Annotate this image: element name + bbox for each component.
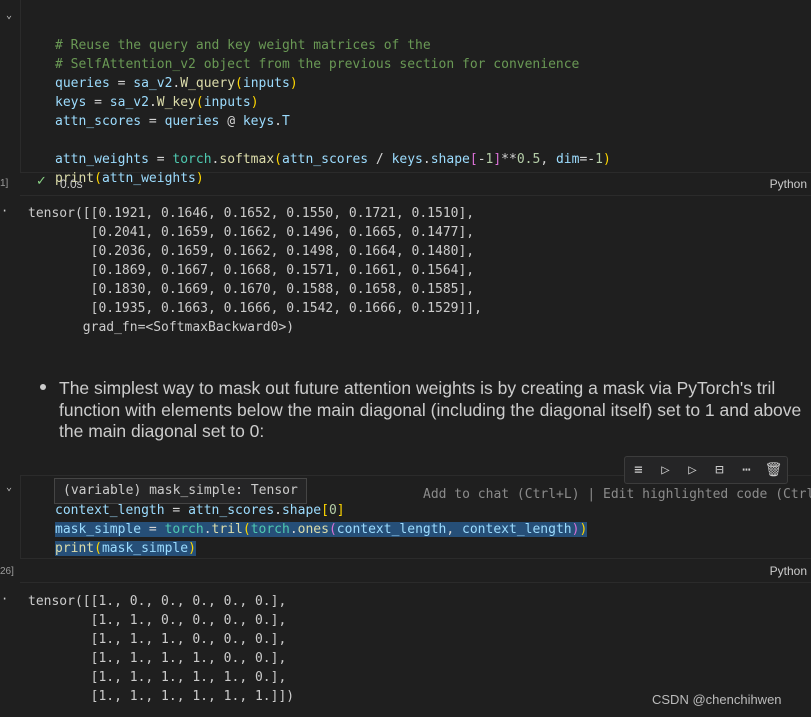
split-cell-icon[interactable]: ⊟ (711, 461, 729, 479)
code-line-2: mask_simple = torch.tril(torch.ones(cont… (55, 522, 588, 537)
output-line: [0.1935, 0.1663, 0.1666, 0.1542, 0.1666,… (28, 301, 482, 316)
output-line: [0.1830, 0.1669, 0.1670, 0.1588, 0.1658,… (28, 282, 475, 297)
collapse-chevron-icon[interactable]: ⌄ (6, 482, 16, 493)
output-line: [1., 1., 1., 1., 1., 0.], (28, 670, 287, 685)
code-line-1: # Reuse the query and key weight matrice… (55, 38, 431, 53)
markdown-text: The simplest way to mask out future atte… (59, 378, 802, 441)
output-more-icon[interactable]: · (1, 204, 8, 218)
execute-below-icon[interactable]: ▷ (684, 461, 702, 479)
output-line: [1., 1., 1., 1., 0., 0.], (28, 651, 287, 666)
execution-count-1: 1] (0, 178, 9, 189)
code-line-4: keys = sa_v2.W_key(inputs) (55, 95, 259, 110)
code-cell-1[interactable]: # Reuse the query and key weight matrice… (20, 0, 811, 186)
cell-status-bar-2: Python (20, 560, 811, 583)
output-more-icon[interactable]: · (1, 592, 8, 606)
output-line: [0.2036, 0.1659, 0.1662, 0.1498, 0.1664,… (28, 244, 475, 259)
code-line-3: print(mask_simple) (55, 541, 196, 556)
output-line: grad_fn=<SoftmaxBackward0>) (28, 320, 295, 335)
code-line-3: queries = sa_v2.W_query(inputs) (55, 76, 298, 91)
language-label[interactable]: Python (770, 564, 807, 578)
collapse-chevron-icon[interactable]: ⌄ (6, 10, 16, 21)
delete-icon[interactable]: 🗑 (765, 461, 783, 479)
inline-hint: Add to chat (Ctrl+L) | Edit highlighted … (423, 487, 811, 502)
execute-above-icon[interactable]: ▷ (657, 461, 675, 479)
code-editor-1[interactable]: # Reuse the query and key weight matrice… (55, 17, 611, 188)
language-label[interactable]: Python (770, 177, 807, 191)
output-line: tensor([[0.1921, 0.1646, 0.1652, 0.1550,… (28, 206, 475, 221)
cell-status-bar-1: ✓ 0.0s Python (20, 173, 811, 196)
success-check-icon: ✓ (36, 174, 47, 189)
run-by-line-icon[interactable]: ≡ (630, 461, 648, 479)
code-line-7: attn_weights = torch.softmax(attn_scores… (55, 152, 611, 167)
output-line: [0.2041, 0.1659, 0.1662, 0.1496, 0.1665,… (28, 225, 475, 240)
execution-time: 0.0s (60, 177, 83, 191)
more-icon[interactable]: ⋯ (738, 461, 756, 479)
cell-toolbar: ≡ ▷ ▷ ⊟ ⋯ 🗑 (624, 456, 788, 484)
watermark: CSDN @chenchihwen (652, 692, 782, 707)
hover-tooltip: (variable) mask_simple: Tensor (54, 478, 307, 504)
cell-output-2: tensor([[1., 0., 0., 0., 0., 0.], [1., 1… (28, 592, 294, 706)
output-line: [1., 1., 0., 0., 0., 0.], (28, 613, 287, 628)
execution-count-2: 26] (0, 566, 14, 577)
output-line: [1., 1., 1., 0., 0., 0.], (28, 632, 287, 647)
bullet-icon (40, 384, 46, 390)
cell-output-1: tensor([[0.1921, 0.1646, 0.1652, 0.1550,… (28, 204, 482, 337)
output-line: [0.1869, 0.1667, 0.1668, 0.1571, 0.1661,… (28, 263, 475, 278)
code-line-2: # SelfAttention_v2 object from the previ… (55, 57, 580, 72)
output-line: [1., 1., 1., 1., 1., 1.]]) (28, 689, 295, 704)
output-line: tensor([[1., 0., 0., 0., 0., 0.], (28, 594, 287, 609)
code-line-5: attn_scores = queries @ keys.T (55, 114, 290, 129)
